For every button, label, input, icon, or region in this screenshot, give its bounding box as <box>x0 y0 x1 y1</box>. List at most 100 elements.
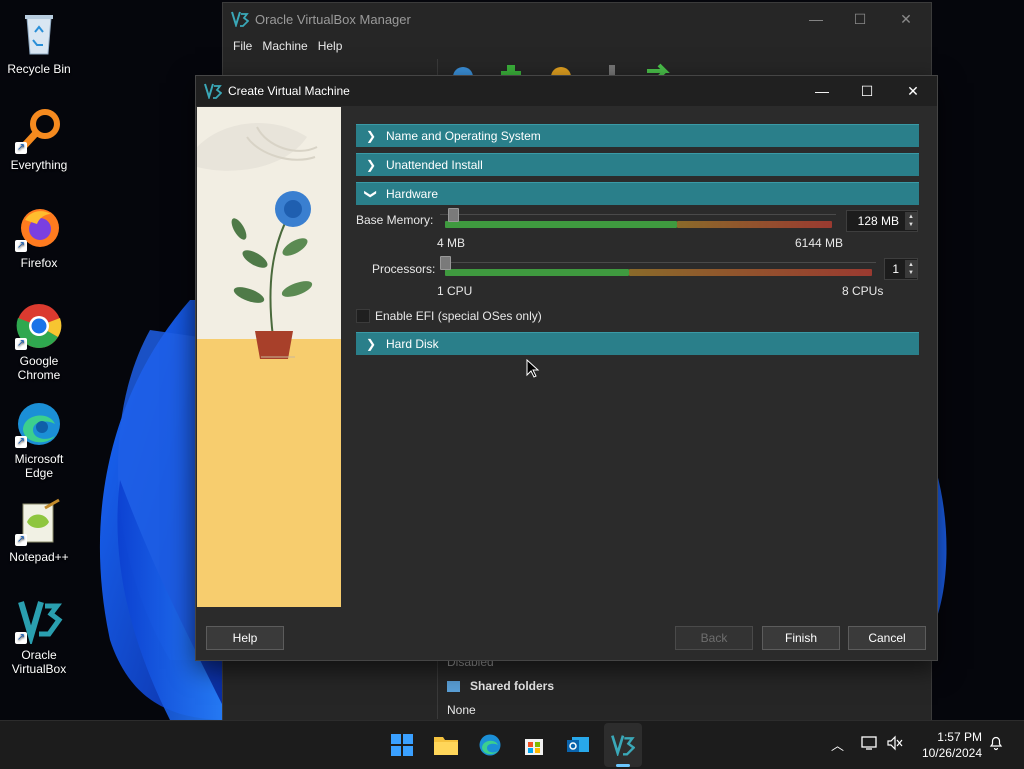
tray-volume-muted-icon[interactable] <box>886 735 904 754</box>
clock-date: 10/26/2024 <box>921 746 982 760</box>
finish-button-label: Finish <box>784 631 817 645</box>
memory-slider-handle[interactable] <box>448 208 459 222</box>
memory-slider-red-zone <box>677 221 832 228</box>
edge-icon <box>479 734 501 756</box>
taskbar-outlook[interactable] <box>562 729 594 761</box>
shortcut-arrow-icon: ↗ <box>15 338 27 350</box>
notification-bell-icon[interactable] <box>988 735 1004 754</box>
memory-spinbox[interactable]: 128 MB ▲ ▼ <box>846 210 918 232</box>
virtualbox-icon: ↗ <box>15 596 63 647</box>
desktop-icon-recycle-bin[interactable]: Recycle Bin <box>4 10 74 76</box>
desktop-icon-chrome[interactable]: ↗ Google Chrome <box>4 302 74 382</box>
shared-folders-header: Shared folders <box>447 679 929 693</box>
clock-time: 1:57 PM <box>937 730 982 744</box>
store-icon <box>525 739 543 755</box>
efi-label: Enable EFI (special OSes only) <box>375 309 542 323</box>
section-unattended-install[interactable]: ❯ Unattended Install <box>356 153 919 176</box>
cpu-slider-red-zone <box>629 269 872 276</box>
create-vm-dialog: Create Virtual Machine — ☐ ✕ ❯ Name and … <box>195 75 938 661</box>
potted-plant-illustration <box>197 107 341 607</box>
desktop-icon-virtualbox[interactable]: ↗ Oracle VirtualBox <box>4 596 74 676</box>
cancel-button-label: Cancel <box>868 631 906 645</box>
desktop-icon-everything[interactable]: ↗ Everything <box>4 106 74 172</box>
taskbar-active-indicator <box>616 764 630 767</box>
finish-button[interactable]: Finish <box>762 626 840 650</box>
desktop-icon-edge[interactable]: ↗ Microsoft Edge <box>4 400 74 480</box>
efi-checkbox[interactable] <box>356 309 370 323</box>
menu-file[interactable]: File <box>233 39 252 53</box>
start-button[interactable] <box>386 729 418 761</box>
dialog-minimize-button[interactable]: — <box>799 76 845 106</box>
shortcut-arrow-icon: ↗ <box>15 632 27 644</box>
virtualbox-logo-icon <box>204 83 222 99</box>
desktop-icon-label: Everything <box>10 158 68 172</box>
dialog-maximize-button[interactable]: ☐ <box>844 76 890 106</box>
manager-maximize-button[interactable]: ☐ <box>837 3 883 35</box>
taskbar-file-explorer[interactable] <box>430 729 462 761</box>
dialog-title: Create Virtual Machine <box>228 84 350 98</box>
mouse-cursor-icon <box>526 359 540 378</box>
shared-folders-value: None <box>447 703 476 717</box>
memory-min-label: 4 MB <box>437 236 466 250</box>
menu-machine[interactable]: Machine <box>262 39 307 53</box>
desktop-icon-label: Recycle Bin <box>7 62 71 76</box>
dialog-close-button[interactable]: ✕ <box>890 76 936 106</box>
desktop-icon-label: Firefox <box>20 256 58 270</box>
cpu-slider-green-zone <box>445 269 629 276</box>
taskbar-store[interactable] <box>518 729 550 761</box>
cpu-min-label: 1 CPU <box>437 284 473 298</box>
memory-slider-green-zone <box>445 221 677 228</box>
section-label: Unattended Install <box>386 158 483 172</box>
memory-value: 128 MB <box>857 214 899 228</box>
manager-close-button[interactable]: ✕ <box>883 3 929 35</box>
folder-icon <box>447 680 460 692</box>
wizard-content: ❯ Name and Operating System ❯ Unattended… <box>356 124 919 211</box>
menu-help[interactable]: Help <box>318 39 343 53</box>
memory-slider-groove <box>440 214 836 215</box>
recycle-bin-icon <box>15 10 63 58</box>
section-hard-disk[interactable]: ❯ Hard Disk <box>356 332 919 355</box>
virtualbox-logo-icon <box>231 11 249 27</box>
manager-minimize-button[interactable]: — <box>793 3 839 35</box>
everything-search-icon: ↗ <box>15 106 63 154</box>
processors-spinbox[interactable]: 1 ▲ ▼ <box>884 258 918 280</box>
windows-logo-icon <box>391 734 413 756</box>
section-label: Hardware <box>386 187 439 201</box>
processors-label: Processors: <box>372 262 436 276</box>
chevron-right-icon: ❯ <box>365 158 377 172</box>
desktop-icon-firefox[interactable]: ↗ Firefox <box>4 204 74 270</box>
spin-arrows-icon[interactable]: ▲ ▼ <box>905 212 917 230</box>
shortcut-arrow-icon: ↗ <box>15 436 27 448</box>
cpu-slider-handle[interactable] <box>440 256 451 270</box>
section-label: Hard Disk <box>386 337 439 351</box>
chrome-icon: ↗ <box>15 302 63 350</box>
section-name-os[interactable]: ❯ Name and Operating System <box>356 124 919 147</box>
firefox-icon: ↗ <box>15 204 63 252</box>
taskbar-clock[interactable]: 1:57 PM 10/26/2024 <box>912 729 982 761</box>
wizard-illustration <box>197 107 341 607</box>
notepadpp-icon: ↗ <box>15 498 63 546</box>
cpu-slider-groove <box>440 262 876 263</box>
taskbar-virtualbox[interactable] <box>607 729 639 761</box>
section-hardware[interactable]: ❯ Hardware <box>356 182 919 205</box>
chevron-down-icon: ❯ <box>364 188 378 200</box>
spin-arrows-icon[interactable]: ▲ ▼ <box>905 260 917 278</box>
help-button-label: Help <box>232 631 258 645</box>
cpu-max-label: 8 CPUs <box>842 284 884 298</box>
taskbar-edge[interactable] <box>474 729 506 761</box>
back-button-label: Back <box>700 631 728 645</box>
desktop-icon-label: Microsoft Edge <box>14 452 64 480</box>
manager-menu-bar: File Machine Help <box>223 35 931 57</box>
tray-overflow-chevron-up-icon[interactable]: ︿ <box>831 735 844 754</box>
back-button[interactable]: Back <box>675 626 753 650</box>
taskbar: ︿ 1:57 PM 10/26/2024 <box>0 720 1024 769</box>
help-button[interactable]: Help <box>206 626 284 650</box>
shortcut-arrow-icon: ↗ <box>15 534 27 546</box>
shared-folders-label: Shared folders <box>470 679 555 693</box>
base-memory-label: Base Memory: <box>356 213 434 227</box>
tray-network-icon[interactable] <box>861 735 879 754</box>
outlook-icon <box>567 737 589 752</box>
desktop-icon-notepadpp[interactable]: ↗ Notepad++ <box>4 498 74 564</box>
cancel-button[interactable]: Cancel <box>848 626 926 650</box>
edge-icon: ↗ <box>15 400 63 448</box>
